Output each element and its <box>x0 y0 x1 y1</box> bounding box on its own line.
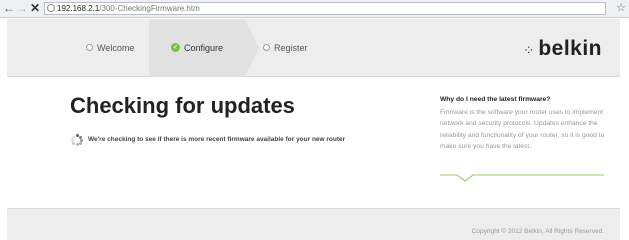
stop-icon[interactable]: ✕ <box>30 1 40 16</box>
firmware-info-panel: Why do I need the latest firmware? Firmw… <box>440 96 610 152</box>
step-register-label: Register <box>274 43 308 53</box>
step-configure-label: Configure <box>184 43 224 53</box>
forward-icon[interactable]: → <box>16 1 28 16</box>
copyright-text: Copyright © 2012 Belkin, All Rights Rese… <box>471 228 604 235</box>
step-welcome-circle-icon <box>86 44 93 52</box>
callout-divider <box>440 174 604 182</box>
page-footer: Copyright © 2012 Belkin, All Rights Rese… <box>7 208 620 240</box>
belkin-logo: ·:· belkin <box>524 37 602 61</box>
bookmark-star-icon[interactable]: ☆ <box>616 0 626 16</box>
check-circle-icon: ✓ <box>171 43 180 53</box>
page-title: Checking for updates <box>70 93 295 118</box>
step-register[interactable]: Register <box>263 19 308 77</box>
url-path: /300-CheckingFirmware.htm <box>99 4 200 13</box>
browser-toolbar: ← → ✕ 192.168.2.1/300-CheckingFirmware.h… <box>0 0 629 18</box>
belkin-logo-text: belkin <box>538 37 602 60</box>
url-host: 192.168.2.1 <box>57 4 100 13</box>
firmware-info-heading: Why do I need the latest firmware? <box>440 96 551 103</box>
firmware-info-body: Firmware is the software your router use… <box>440 109 605 150</box>
step-welcome-label: Welcome <box>97 43 135 53</box>
checking-status-text: We're checking to see if there is more r… <box>88 136 346 143</box>
step-configure[interactable]: ✓ Configure <box>149 19 259 77</box>
back-icon[interactable]: ← <box>3 1 15 16</box>
setup-steps-bar: Welcome ✓ Configure Register ·:· belkin <box>7 19 620 77</box>
step-register-circle-icon <box>263 44 270 52</box>
loading-spinner-icon <box>71 134 83 146</box>
address-bar[interactable]: 192.168.2.1/300-CheckingFirmware.htm <box>44 2 606 15</box>
belkin-logo-icon: ·:· <box>523 42 533 56</box>
globe-icon <box>47 4 55 12</box>
step-welcome[interactable]: Welcome <box>86 19 134 77</box>
